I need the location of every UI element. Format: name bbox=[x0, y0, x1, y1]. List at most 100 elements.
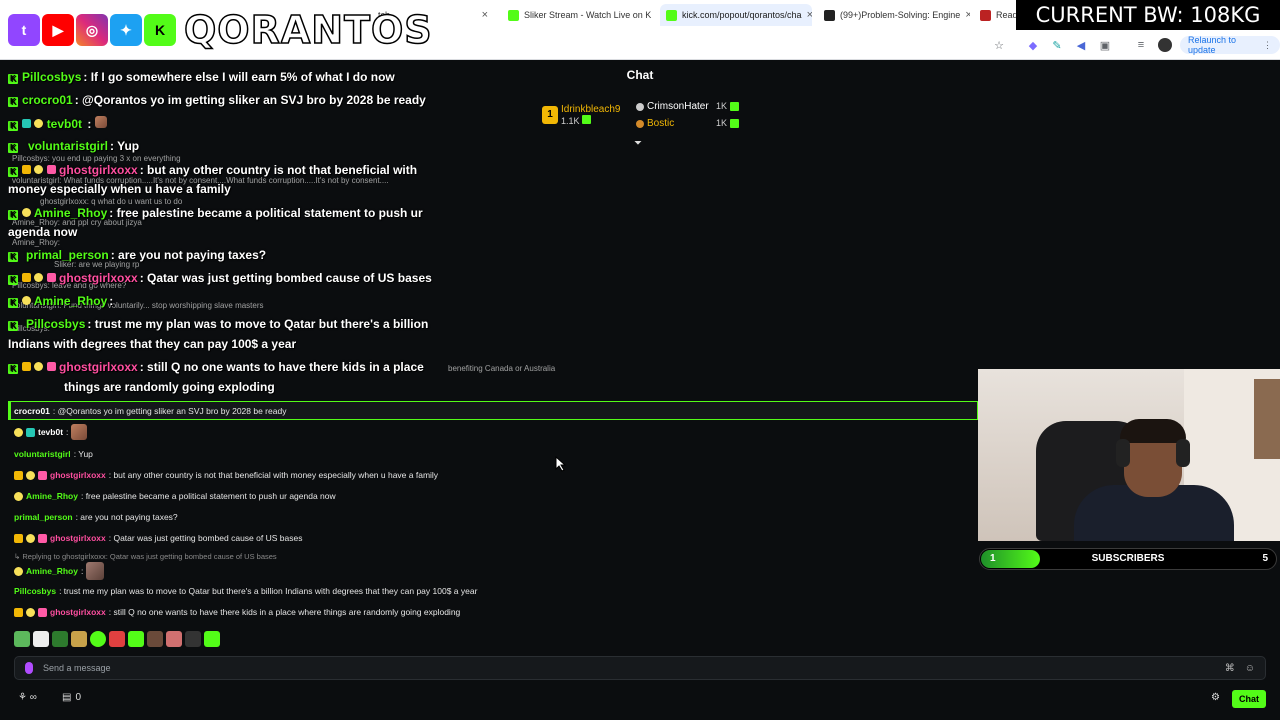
stream-overlay-chat: Pillcosbys: you end up paying 3 x on eve… bbox=[8, 70, 588, 400]
extensions-puzzle-icon[interactable]: ▣ bbox=[1098, 38, 1112, 52]
overlay-chat-message: Kprimal_person: are you not paying taxes… bbox=[8, 248, 266, 262]
subscriber-badge-icon bbox=[26, 427, 35, 437]
stream-overlay-logos: t ▶ ◎ ✦ K QORANTOS bbox=[8, 6, 433, 54]
chat-username[interactable]: crocro01 bbox=[14, 406, 50, 416]
emote-icon[interactable] bbox=[147, 631, 163, 647]
leaderboard-entry[interactable]: CrimsonHater bbox=[636, 101, 709, 112]
subscriber-label: SUBSCRIBERS bbox=[1091, 553, 1165, 564]
chat-message[interactable]: Pillcosbys: trust me my plan was to move… bbox=[14, 586, 477, 596]
banana-badge-icon bbox=[14, 491, 23, 501]
emote-icon[interactable] bbox=[128, 631, 144, 647]
gift-icon bbox=[730, 101, 740, 111]
reply-preview[interactable]: ↳ Replying to ghostgirlxoxx: Qatar was j… bbox=[14, 552, 277, 561]
kick-emote-icon[interactable]: ⌘ bbox=[1225, 663, 1235, 674]
chat-username[interactable]: ghostgirlxoxx bbox=[50, 607, 106, 617]
site-favicon-icon bbox=[824, 9, 835, 21]
leaderboard-entry[interactable]: Bostic bbox=[636, 118, 674, 129]
gifter-badge-icon bbox=[38, 470, 47, 480]
banana-badge-icon bbox=[14, 566, 23, 576]
chat-message[interactable]: ghostgirlxoxx: but any other country is … bbox=[14, 470, 438, 480]
overlay-chat-message: money especially when u have a family bbox=[8, 182, 231, 196]
settings-gear-icon[interactable]: ⚙ bbox=[1211, 692, 1220, 703]
browser-tab[interactable]: Read bbox=[976, 4, 1016, 26]
subscriber-goal-bar: 1 SUBSCRIBERS 5 bbox=[979, 548, 1277, 570]
chat-message-list: crocro01: @Qorantos yo im getting sliker… bbox=[8, 400, 978, 630]
close-tab-icon[interactable]: × bbox=[965, 9, 970, 21]
emote-icon[interactable] bbox=[204, 631, 220, 647]
streamer-name: QORANTOS bbox=[183, 7, 433, 53]
emote-icon[interactable] bbox=[71, 631, 87, 647]
emote-icon[interactable] bbox=[52, 631, 68, 647]
emote-icon[interactable] bbox=[33, 631, 49, 647]
overlay-chat-message: K Amine_Rhoy: bbox=[8, 294, 113, 308]
gifter-badge-icon bbox=[38, 607, 47, 617]
extension-icon[interactable]: ✎ bbox=[1050, 38, 1064, 52]
chat-username[interactable]: tevb0t bbox=[38, 427, 63, 437]
chat-username[interactable]: primal_person bbox=[14, 512, 73, 522]
chat-message[interactable]: ghostgirlxoxx: Qatar was just getting bo… bbox=[14, 533, 302, 543]
ghost-chat-line: benefiting Canada or Australia bbox=[448, 364, 556, 373]
close-tab-icon[interactable]: × bbox=[807, 9, 812, 21]
browser-tab-active[interactable]: kick.com/popout/qorantos/cha × bbox=[660, 4, 812, 26]
chat-message[interactable]: Amine_Rhoy: free palestine became a poli… bbox=[14, 491, 336, 501]
crown-badge-icon bbox=[14, 607, 23, 617]
twitter-icon: ✦ bbox=[110, 14, 142, 46]
subscriber-goal: 5 bbox=[1262, 553, 1268, 564]
viewer-count: ▤ 0 bbox=[62, 692, 82, 703]
overlay-chat-message: K Pillcosbys: If I go somewhere else I wi… bbox=[8, 70, 395, 84]
chat-username[interactable]: Amine_Rhoy bbox=[26, 491, 78, 501]
banana-badge-icon bbox=[26, 533, 35, 543]
banana-badge-icon bbox=[26, 470, 35, 480]
emote-icon[interactable] bbox=[109, 631, 125, 647]
more-menu-icon[interactable]: ⋮ bbox=[1263, 40, 1272, 51]
media-controls-icon[interactable]: ≡ bbox=[1134, 38, 1148, 52]
chat-send-button[interactable]: Chat bbox=[1232, 690, 1266, 708]
chat-username[interactable]: voluntaristgirl bbox=[14, 449, 71, 459]
overlay-chat-message: K Pillcosbys: trust me my plan was to mov… bbox=[8, 317, 428, 331]
profile-avatar-icon[interactable] bbox=[1158, 38, 1172, 52]
chat-message[interactable]: Amine_Rhoy: bbox=[14, 562, 105, 580]
gift-icon bbox=[730, 118, 740, 128]
chat-message[interactable]: primal_person: are you not paying taxes? bbox=[14, 512, 178, 522]
overlay-chat-message: Kvoluntaristgirl: Yup bbox=[8, 139, 139, 153]
chat-username[interactable]: ghostgirlxoxx bbox=[50, 533, 106, 543]
message-input-box[interactable]: ⌘ ☺ bbox=[14, 656, 1266, 680]
collapse-pinned-icon[interactable]: ⏷ bbox=[634, 138, 642, 149]
overlay-chat-message: K ghostgirlxoxx: still Q no one wants to… bbox=[8, 360, 424, 374]
extension-icon[interactable]: ◀ bbox=[1074, 38, 1088, 52]
leaderboard-amount: 1K bbox=[716, 101, 740, 111]
gifter-badge-icon bbox=[38, 533, 47, 543]
relaunch-button[interactable]: Relaunch to update ⋮ bbox=[1180, 35, 1280, 55]
emote-icon[interactable] bbox=[14, 631, 30, 647]
emote-icon[interactable] bbox=[166, 631, 182, 647]
ghost-chat-line: Amine_Rhoy: bbox=[12, 238, 61, 247]
chat-message[interactable]: voluntaristgirl: Yup bbox=[14, 449, 93, 459]
chat-message[interactable]: crocro01: @Qorantos yo im getting sliker… bbox=[14, 406, 286, 416]
twitch-icon: t bbox=[8, 14, 40, 46]
extension-icon[interactable]: ◆ bbox=[1026, 38, 1040, 52]
overlay-chat-message: things are randomly going exploding bbox=[64, 380, 275, 394]
chat-message[interactable]: tevb0t: bbox=[14, 424, 88, 440]
leaderboard-amount: 1K bbox=[716, 118, 740, 128]
instagram-icon: ◎ bbox=[76, 14, 108, 46]
bandwidth-label: CURRENT BW: 108KG bbox=[1016, 0, 1280, 30]
browser-tab[interactable]: Sliker Stream - Watch Live on K × bbox=[502, 4, 654, 26]
chat-username[interactable]: Pillcosbys bbox=[14, 586, 56, 596]
emote-bar bbox=[14, 631, 220, 647]
message-input[interactable] bbox=[43, 663, 1215, 673]
viewers-icon[interactable]: ⚘ ∞ bbox=[18, 692, 37, 703]
close-tab-icon[interactable]: × bbox=[482, 9, 488, 21]
bookmark-star-icon[interactable]: ☆ bbox=[992, 38, 1006, 52]
emoji-icon[interactable]: ☺ bbox=[1245, 663, 1255, 674]
youtube-icon: ▶ bbox=[42, 14, 74, 46]
emote-icon[interactable] bbox=[185, 631, 201, 647]
kick-favicon-icon bbox=[508, 9, 519, 21]
browser-tab[interactable]: (99+)Problem-Solving: Engine × bbox=[818, 4, 970, 26]
microphone-icon[interactable] bbox=[25, 662, 33, 674]
chat-username[interactable]: ghostgirlxoxx bbox=[50, 470, 106, 480]
chat-message[interactable]: ghostgirlxoxx: still Q no one wants to h… bbox=[14, 607, 460, 617]
chat-username[interactable]: Amine_Rhoy bbox=[26, 566, 78, 576]
chat-footer: ⚘ ∞ ▤ 0 ⚙ Chat bbox=[14, 690, 1266, 710]
overlay-chat-message: K Amine_Rhoy: free palestine became a po… bbox=[8, 206, 423, 220]
emote-icon[interactable] bbox=[90, 631, 106, 647]
